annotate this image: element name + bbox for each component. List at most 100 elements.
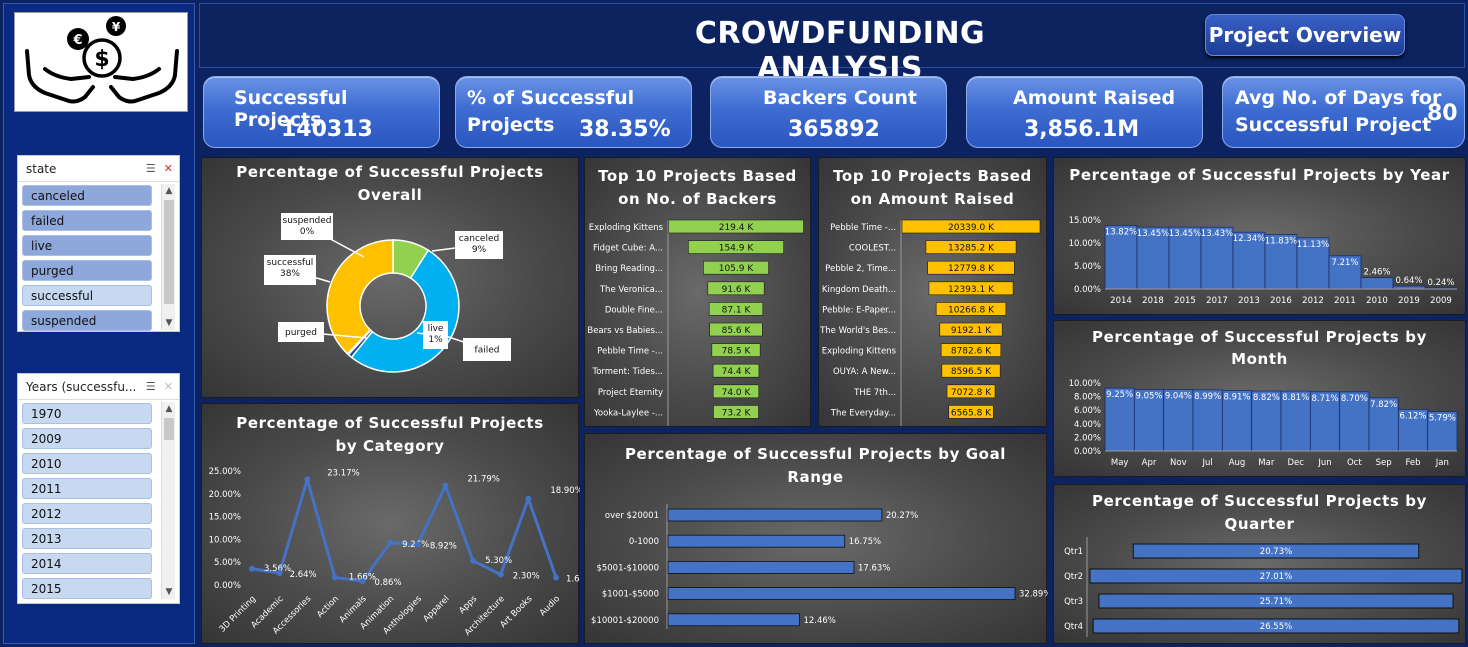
header-bar: CROWDFUNDING ANALYSIS Project Overview	[199, 3, 1465, 86]
data-point	[331, 574, 338, 581]
category-label: Qtr3	[1064, 597, 1083, 607]
y-tick-label: 25.00%	[209, 467, 241, 477]
project-overview-button[interactable]: Project Overview	[1205, 14, 1405, 56]
clear-filter-icon[interactable]: ✕	[164, 162, 173, 175]
data-point	[442, 482, 449, 489]
y-tick-label: 5.00%	[214, 558, 241, 568]
multi-select-icon[interactable]: ☰	[146, 162, 156, 175]
x-tick-label: May	[1111, 458, 1129, 468]
svg-text:€: €	[72, 33, 82, 48]
kpi-label: % of Successful	[467, 87, 635, 109]
data-label: 9.04%	[1165, 392, 1192, 402]
category-label: Pebble Time -...	[830, 223, 896, 233]
bar	[667, 613, 800, 627]
category-label: The Everyday...	[830, 408, 896, 418]
data-label: 8.70%	[1341, 394, 1368, 404]
data-label: 13285.2 K	[948, 244, 995, 254]
year-slicer-item[interactable]: 2015	[22, 578, 152, 599]
state-slicer-item[interactable]: purged	[22, 260, 152, 281]
state-slicer-item[interactable]: failed	[22, 210, 152, 231]
year-slicer-item[interactable]: 2014	[22, 553, 152, 574]
data-label: 11.13%	[1297, 240, 1329, 250]
data-label: 8.81%	[1282, 393, 1309, 403]
x-tick-label: Mar	[1258, 458, 1275, 468]
kpi-value: 38.35%	[579, 117, 671, 142]
data-label: 13.82%	[1105, 227, 1137, 237]
data-point	[249, 565, 255, 572]
data-point	[387, 539, 394, 546]
x-tick-label: Oct	[1347, 458, 1362, 468]
kpi-value: 140313	[281, 117, 373, 142]
state-slicer-item[interactable]: suspended	[22, 310, 152, 331]
category-label: 0-1000	[629, 537, 659, 547]
x-tick-label: 2016	[1270, 296, 1292, 306]
bar	[667, 561, 855, 574]
kpi-avg-days: Avg No. of Days for Successful Project 8…	[1222, 76, 1465, 148]
y-tick-label: 15.00%	[209, 513, 241, 523]
state-slicer-item[interactable]: canceled	[22, 185, 152, 206]
year-slicer-item[interactable]: 1970	[22, 403, 152, 424]
scroll-thumb[interactable]	[164, 200, 174, 304]
category-label: Qtr1	[1064, 547, 1083, 557]
clear-filter-icon[interactable]: ✕	[164, 380, 173, 393]
data-point	[276, 569, 283, 576]
year-slicer-item[interactable]: 2009	[22, 428, 152, 449]
x-tick-label: Apparel	[421, 594, 451, 624]
kpi-amount-raised: Amount Raised 3,856.1M	[966, 76, 1203, 148]
x-tick-label: 2009	[1430, 296, 1452, 306]
amount-bar-chart: 20339.0 K Pebble Time -... 13285.2 K COOLES…	[819, 219, 1041, 426]
data-label: 5.79%	[1429, 414, 1456, 424]
data-label: 0.86%	[375, 578, 402, 588]
scroll-thumb[interactable]	[164, 418, 174, 440]
data-label: 1.64%	[566, 575, 580, 585]
y-tick-label: 4.00%	[1074, 420, 1101, 430]
state-slicer-scrollbar[interactable]: ▲ ▼	[161, 184, 175, 330]
data-label: 8.82%	[1253, 393, 1280, 403]
state-slicer-item[interactable]: successful	[22, 285, 152, 306]
category-label: over $20001	[605, 511, 659, 521]
x-tick-label: Action	[315, 594, 341, 620]
years-slicer-items: 1970 2009 2010 2011 2012 2013 2014 2015	[18, 400, 179, 600]
scroll-up-icon[interactable]: ▲	[162, 402, 176, 416]
year-slicer-item[interactable]: 2012	[22, 503, 152, 524]
years-slicer-scrollbar[interactable]: ▲ ▼	[161, 402, 175, 599]
data-label: 21.79%	[467, 475, 499, 485]
kpi-backers-count: Backers Count 365892	[710, 76, 947, 148]
kpi-pct-successful: % of Successful Projects 38.35%	[455, 76, 692, 148]
data-label: 13.43%	[1201, 229, 1233, 239]
category-label: Project Eternity	[598, 388, 663, 398]
overall-donut-chart: canceled9% failed live1% purged successful38…	[264, 213, 511, 373]
crowdfunding-logo: $ € ¥	[14, 12, 188, 112]
multi-select-icon[interactable]: ☰	[146, 380, 156, 393]
scroll-up-icon[interactable]: ▲	[162, 184, 176, 198]
category-label: Yooka-Laylee -...	[593, 408, 663, 418]
year-slicer-item[interactable]: 2011	[22, 478, 152, 499]
data-label: 73.2 K	[722, 408, 752, 418]
scroll-down-icon[interactable]: ▼	[162, 585, 176, 599]
scroll-down-icon[interactable]: ▼	[162, 316, 176, 330]
bar	[667, 534, 846, 548]
data-label: 6.12%	[1399, 411, 1426, 421]
x-tick-label: 2017	[1206, 296, 1228, 306]
y-tick-label: 10.00%	[209, 535, 241, 545]
y-tick-label: 15.00%	[1069, 216, 1101, 226]
category-label: Pebble: E-Paper...	[822, 305, 896, 315]
y-tick-label: 0.00%	[1074, 285, 1101, 295]
data-label: 13.45%	[1169, 229, 1201, 239]
state-slicer-item[interactable]: live	[22, 235, 152, 256]
year-slicer-item[interactable]: 2010	[22, 453, 152, 474]
category-label: COOLEST...	[849, 244, 896, 254]
y-tick-label: 20.00%	[209, 490, 241, 500]
x-tick-label: 2015	[1174, 296, 1196, 306]
bar	[667, 587, 1016, 601]
data-label: 2.64%	[290, 570, 317, 580]
y-tick-label: 8.00%	[1074, 393, 1101, 403]
data-point	[304, 476, 311, 483]
bar	[1360, 277, 1394, 290]
data-label: 12.34%	[1233, 234, 1265, 244]
data-label: purged	[285, 328, 317, 338]
data-label: 0.64%	[1395, 276, 1422, 286]
data-label: 12.46%	[803, 616, 835, 626]
kpi-label: Successful Project	[1235, 114, 1432, 136]
year-slicer-item[interactable]: 2013	[22, 528, 152, 549]
